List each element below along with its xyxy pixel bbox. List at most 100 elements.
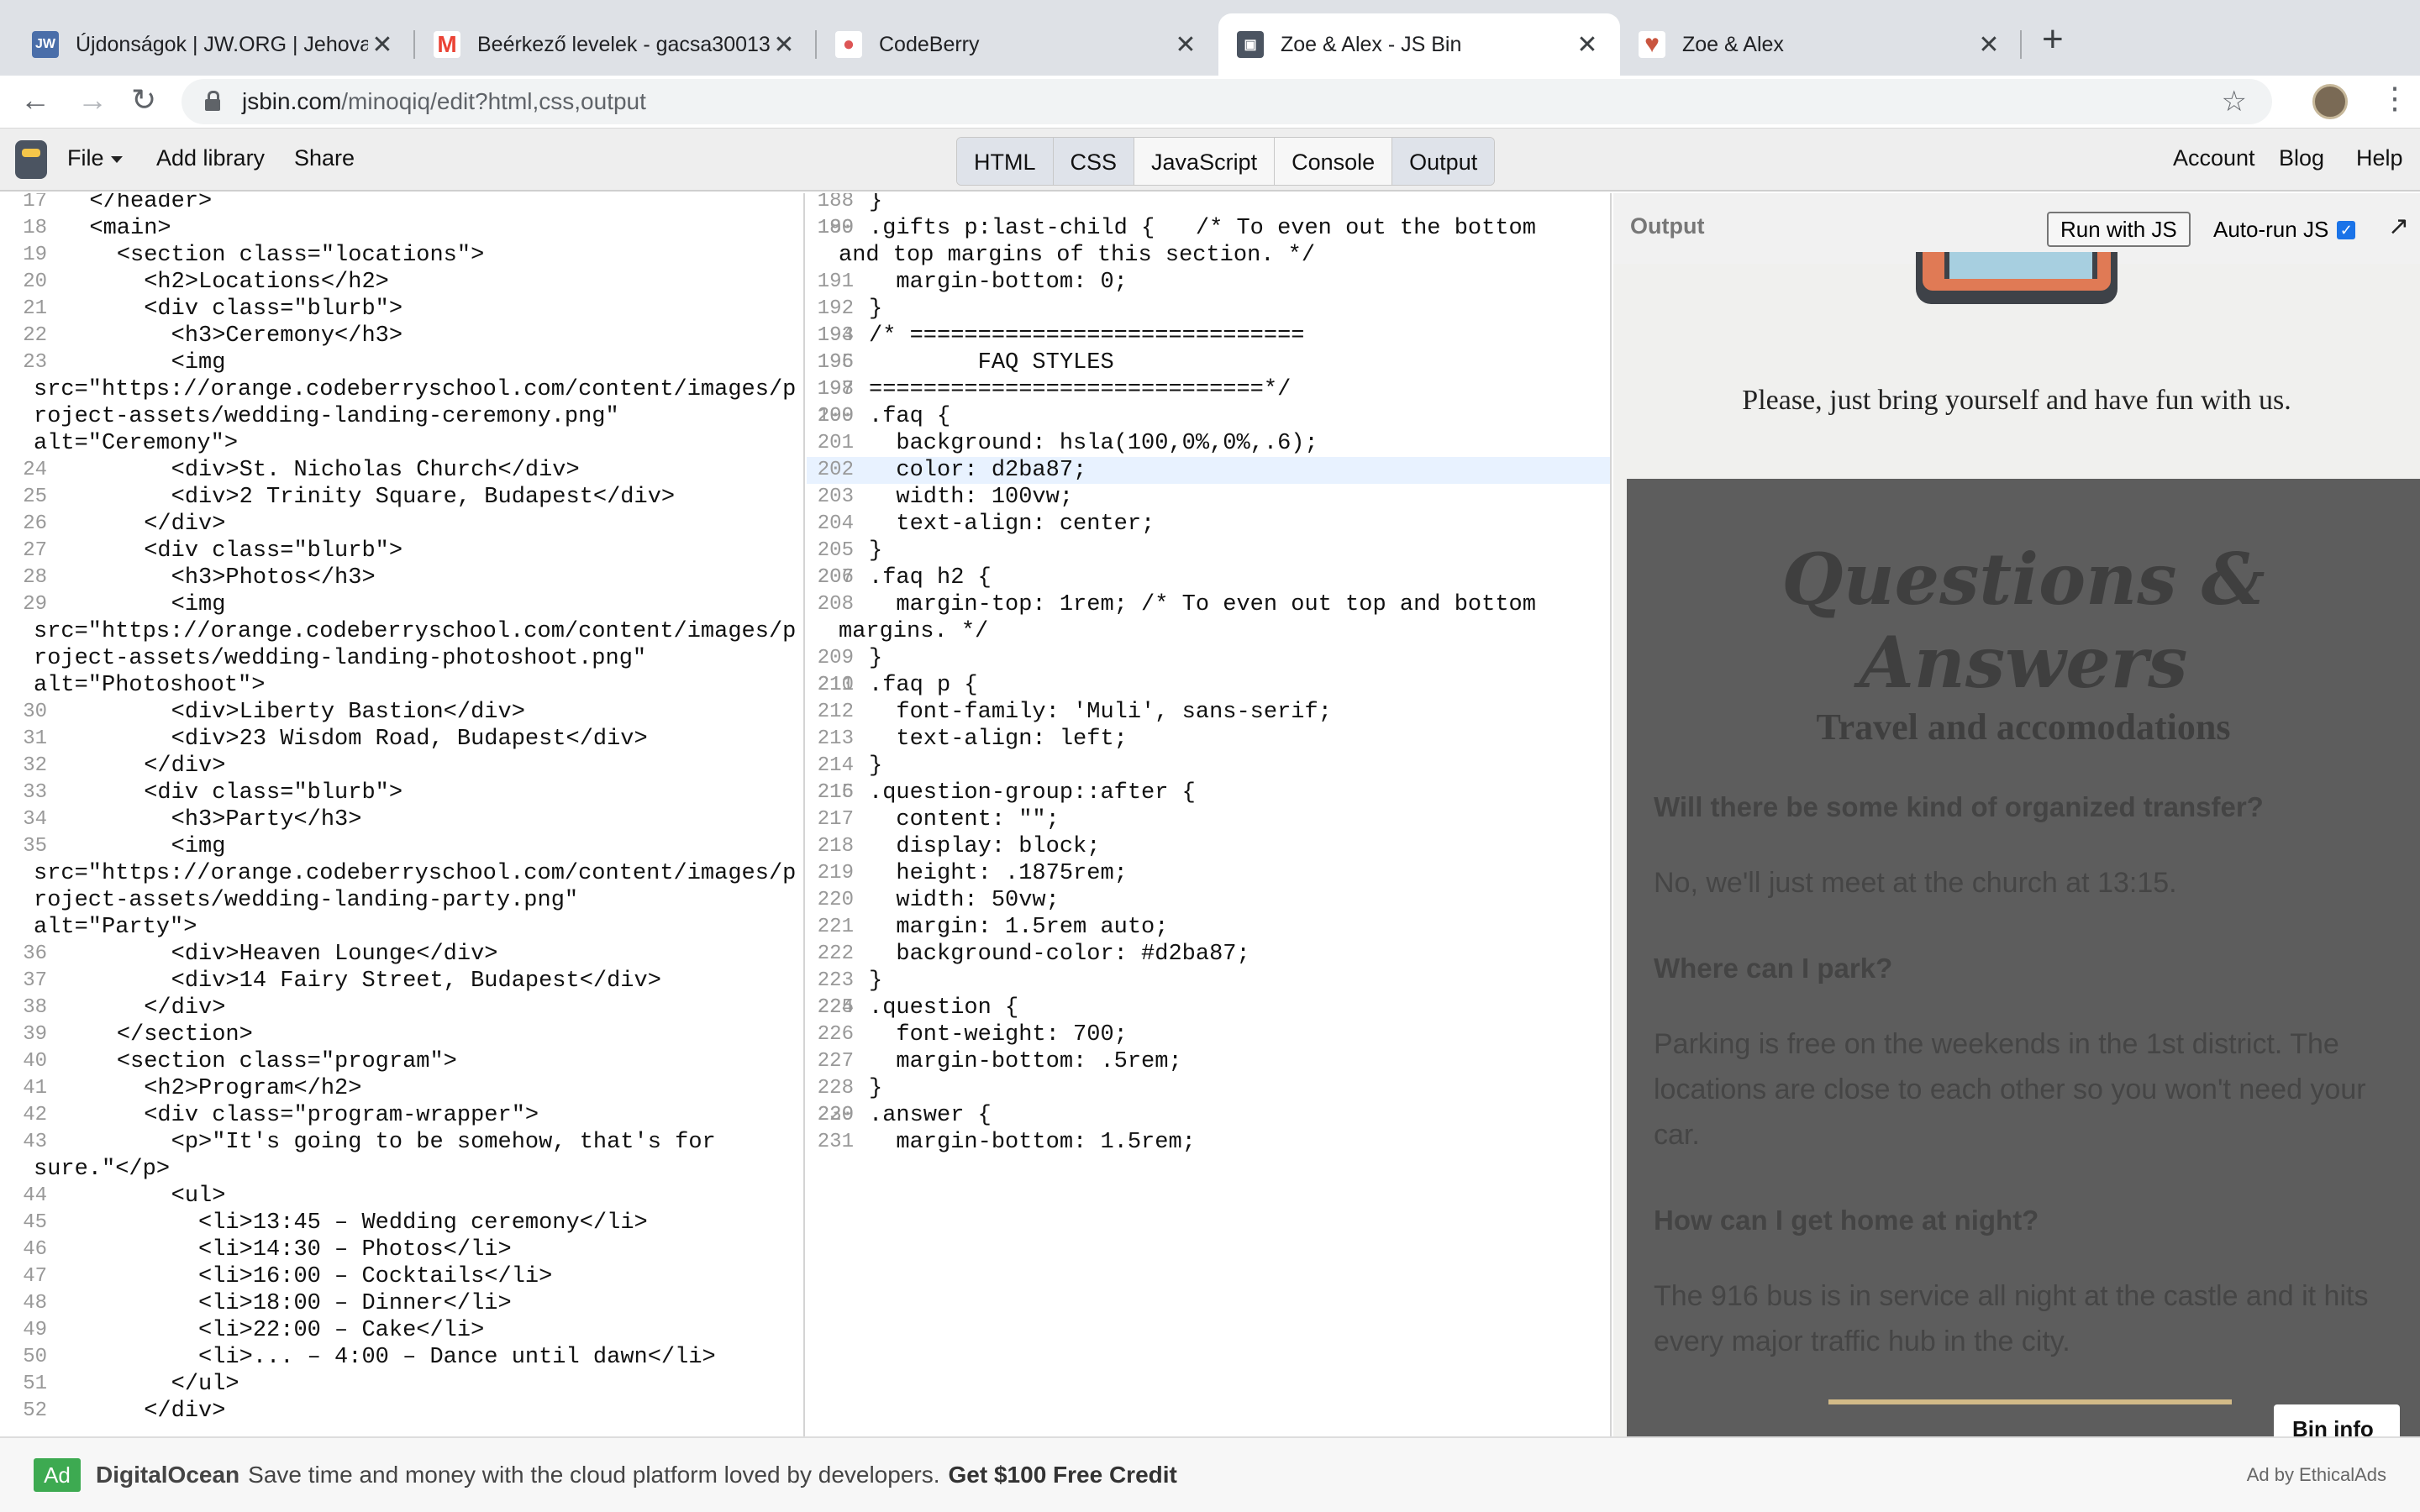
address-bar[interactable]: jsbin.com/minoqiq/edit?html,css,output ☆ <box>182 79 2272 124</box>
close-tab-icon[interactable]: ✕ <box>1573 30 1602 60</box>
checkbox-checked-icon[interactable]: ✓ <box>2337 220 2356 239</box>
css-code-line[interactable]: 196 FAQ STYLES <box>807 349 1610 376</box>
css-code-line[interactable]: 204 text-align: center; <box>807 511 1610 538</box>
html-editor[interactable]: 17 </header> 18 <main> 19 <section class="… <box>0 193 805 1436</box>
bin-info-button[interactable]: Bin info <box>2274 1404 2400 1436</box>
html-code-line[interactable]: 29 <img src="https://orange.codeberryscho… <box>0 591 803 699</box>
html-code-line[interactable]: 27 <div class="blurb"> <box>0 538 803 564</box>
lock-icon[interactable] <box>205 91 220 111</box>
css-code-line[interactable]: 226 font-weight: 700; <box>807 1021 1610 1048</box>
css-code-line[interactable]: 221 margin: 1.5rem auto; <box>807 914 1610 941</box>
close-tab-icon[interactable]: ✕ <box>770 30 798 60</box>
css-code-line[interactable]: 203 width: 100vw; <box>807 484 1610 511</box>
reload-icon[interactable]: ↻ <box>131 82 156 118</box>
autorun-toggle[interactable]: Auto-run JS ✓ <box>2213 217 2356 243</box>
html-code-line[interactable]: 47 <li>16:00 – Cocktails</li> <box>0 1263 803 1290</box>
panel-toggle-html[interactable]: HTML <box>957 138 1054 185</box>
css-code-line[interactable]: 190 .gifts p:last-child { /* To even out … <box>807 215 1610 269</box>
html-code-line[interactable]: 43 <p>"It's going to be somehow, that's … <box>0 1129 803 1183</box>
css-code-line[interactable]: 216 .question-group::after { <box>807 780 1610 806</box>
html-code-line[interactable]: 32 </div> <box>0 753 803 780</box>
tab-jsbin-active[interactable]: ▣ Zoe & Alex - JS Bin ✕ <box>1218 13 1620 76</box>
panel-toggle-output[interactable]: Output <box>1392 138 1495 185</box>
css-code-line[interactable]: 217 content: ""; <box>807 806 1610 833</box>
ad-cta[interactable]: Get $100 Free Credit <box>949 1462 1177 1488</box>
back-arrow-icon[interactable]: ← <box>20 82 50 118</box>
css-code-line[interactable]: 227 margin-bottom: .5rem; <box>807 1048 1610 1075</box>
html-code-line[interactable]: 49 <li>22:00 – Cake</li> <box>0 1317 803 1344</box>
css-code-line[interactable]: 214} <box>807 753 1610 780</box>
css-code-line[interactable]: 205} <box>807 538 1610 564</box>
html-code-line[interactable]: 40 <section class="program"> <box>0 1048 803 1075</box>
html-code-line[interactable]: 19 <section class="locations"> <box>0 242 803 269</box>
html-code-line[interactable]: 22 <h3>Ceremony</h3> <box>0 323 803 349</box>
css-code-line[interactable]: 188} <box>807 193 1610 215</box>
css-code-line[interactable]: 231 margin-bottom: 1.5rem; <box>807 1129 1610 1156</box>
tab-zoe-alex[interactable]: ♥ Zoe & Alex ✕ <box>1620 13 2022 76</box>
css-code-line[interactable]: 192} <box>807 296 1610 323</box>
account-menu[interactable]: Account <box>2173 145 2255 171</box>
tab-jw-org[interactable]: JW Újdonságok | JW.ORG | Jehova ✕ <box>13 13 415 76</box>
html-code-line[interactable]: 35 <img src="https://orange.codeberryscho… <box>0 833 803 941</box>
panel-toggle-console[interactable]: Console <box>1275 138 1393 185</box>
css-code-line[interactable]: 230 .answer { <box>807 1102 1610 1129</box>
css-code-line[interactable]: 220 width: 50vw; <box>807 887 1610 914</box>
css-code-line[interactable]: 201 background: hsla(100,0%,0%,.6); <box>807 430 1610 457</box>
html-code-line[interactable]: 17 </header> <box>0 193 803 215</box>
css-code-line[interactable]: 191 margin-bottom: 0; <box>807 269 1610 296</box>
panel-toggle-javascript[interactable]: JavaScript <box>1134 138 1276 185</box>
file-menu[interactable]: File <box>67 145 123 171</box>
bookmark-star-icon[interactable]: ☆ <box>2222 85 2247 118</box>
ad-bar[interactable]: Ad DigitalOcean Save time and money with… <box>0 1436 2420 1512</box>
html-code-line[interactable]: 37 <div>14 Fairy Street, Budapest</div> <box>0 968 803 995</box>
ad-message[interactable]: Save time and money with the cloud platf… <box>248 1462 939 1488</box>
panel-toggle-css[interactable]: CSS <box>1053 138 1135 185</box>
popout-arrow-icon[interactable]: ↗ <box>2388 212 2409 241</box>
html-code-line[interactable]: 20 <h2>Locations</h2> <box>0 269 803 296</box>
css-code-line[interactable]: 208 margin-top: 1rem; /* To even out top… <box>807 591 1610 645</box>
html-code-line[interactable]: 31 <div>23 Wisdom Road, Budapest</div> <box>0 726 803 753</box>
new-tab-plus-icon[interactable]: + <box>2042 18 2064 60</box>
html-code-line[interactable]: 21 <div class="blurb"> <box>0 296 803 323</box>
html-code-line[interactable]: 33 <div class="blurb"> <box>0 780 803 806</box>
html-code-line[interactable]: 50 <li>... – 4:00 – Dance until dawn</li… <box>0 1344 803 1371</box>
css-code-line[interactable]: 225 .question { <box>807 995 1610 1021</box>
css-code-line[interactable]: 200 .faq { <box>807 403 1610 430</box>
close-tab-icon[interactable]: ✕ <box>1975 30 2003 60</box>
forward-arrow-icon[interactable]: → <box>77 82 108 118</box>
html-code-line[interactable]: 41 <h2>Program</h2> <box>0 1075 803 1102</box>
html-code-line[interactable]: 48 <li>18:00 – Dinner</li> <box>0 1290 803 1317</box>
css-code-line[interactable]: 207 .faq h2 { <box>807 564 1610 591</box>
html-code-line[interactable]: 26 </div> <box>0 511 803 538</box>
css-code-line[interactable]: 222 background-color: #d2ba87; <box>807 941 1610 968</box>
html-code-line[interactable]: 24 <div>St. Nicholas Church</div> <box>0 457 803 484</box>
css-code-line[interactable]: 219 height: .1875rem; <box>807 860 1610 887</box>
css-code-line[interactable]: 212 font-family: 'Muli', sans-serif; <box>807 699 1610 726</box>
css-code-line[interactable]: 228} <box>807 1075 1610 1102</box>
tab-gmail[interactable]: M Beérkező levelek - gacsa30013 ✕ <box>415 13 817 76</box>
jsbin-logo-icon[interactable] <box>15 140 47 179</box>
help-menu[interactable]: Help <box>2356 145 2403 171</box>
html-code-line[interactable]: 44 <ul> <box>0 1183 803 1210</box>
html-code-line[interactable]: 51 </ul> <box>0 1371 803 1398</box>
html-code-line[interactable]: 18 <main> <box>0 215 803 242</box>
add-library-menu[interactable]: Add library <box>156 145 265 171</box>
browser-menu-icon[interactable]: ⋮ <box>2380 81 2410 116</box>
html-code-line[interactable]: 39 </section> <box>0 1021 803 1048</box>
blog-link[interactable]: Blog <box>2279 145 2324 171</box>
css-code-line[interactable]: 209} <box>807 645 1610 672</box>
profile-avatar[interactable] <box>2312 84 2348 119</box>
css-code-line[interactable]: 223} <box>807 968 1610 995</box>
html-code-line[interactable]: 42 <div class="program-wrapper"> <box>0 1102 803 1129</box>
url-text[interactable]: jsbin.com/minoqiq/edit?html,css,output <box>242 88 646 115</box>
css-code-line[interactable]: 213 text-align: left; <box>807 726 1610 753</box>
share-menu[interactable]: Share <box>294 145 355 171</box>
css-code-line[interactable]: 198 =============================*/ <box>807 376 1610 403</box>
html-code-line[interactable]: 36 <div>Heaven Lounge</div> <box>0 941 803 968</box>
html-code-line[interactable]: 38 </div> <box>0 995 803 1021</box>
css-editor[interactable]: 188} 189 190 .gifts p:last-child { /* To ev… <box>807 193 1612 1436</box>
html-code-line[interactable]: 34 <h3>Party</h3> <box>0 806 803 833</box>
html-code-line[interactable]: 30 <div>Liberty Bastion</div> <box>0 699 803 726</box>
close-tab-icon[interactable]: ✕ <box>1171 30 1200 60</box>
css-code-line[interactable]: 194 /* ============================= <box>807 323 1610 349</box>
